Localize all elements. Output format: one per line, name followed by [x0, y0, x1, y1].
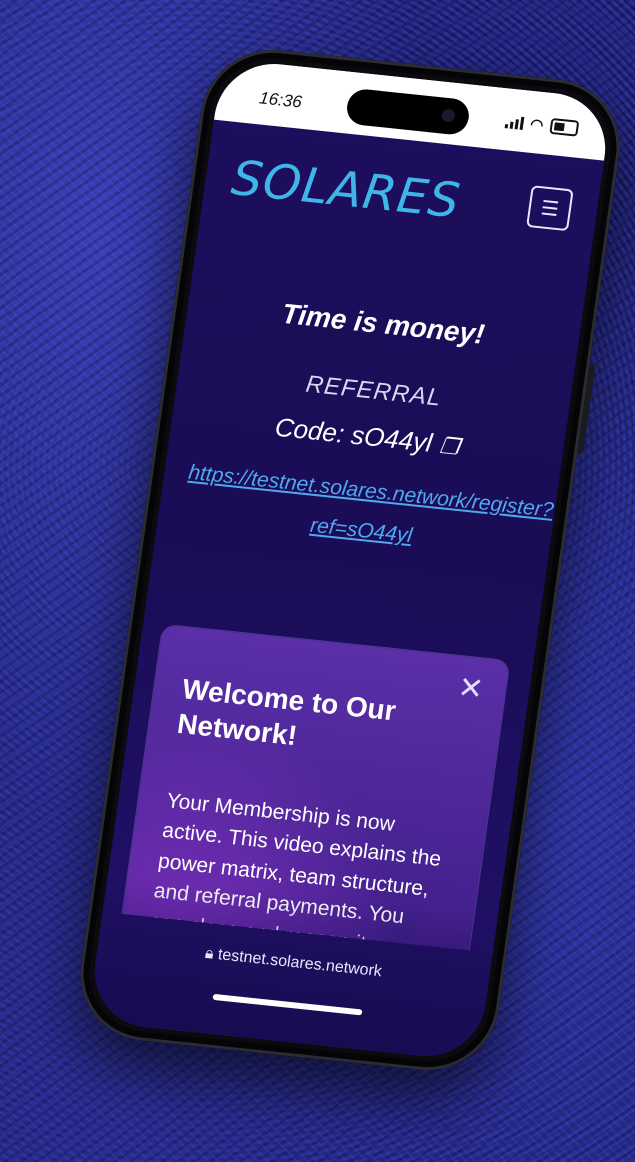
- wifi-icon: ◠: [529, 115, 545, 135]
- status-bar: 16:36 ◠: [213, 58, 613, 161]
- home-indicator[interactable]: [212, 993, 363, 1016]
- close-icon[interactable]: ✕: [456, 670, 486, 707]
- referral-code: Code: sO44yl: [273, 411, 435, 458]
- modal-title: Welcome to Our Network!: [175, 673, 398, 752]
- status-icons: ◠: [504, 112, 580, 137]
- url-text: testnet.solares.network: [216, 946, 383, 981]
- solares-logo[interactable]: SOLARES: [228, 150, 464, 229]
- phone-mockup: 16:36 ◠ SOLARES ☰ Time is money! REFERRA…: [0, 0, 635, 1162]
- lock-icon: 🔒︎: [203, 944, 215, 963]
- dynamic-island: [344, 87, 472, 137]
- copy-icon[interactable]: ❐: [438, 433, 461, 461]
- status-time: 16:36: [258, 88, 304, 112]
- hamburger-menu-icon[interactable]: ☰: [526, 185, 574, 232]
- side-button: [577, 364, 596, 454]
- page-headline: Time is money!: [279, 297, 487, 350]
- phone-frame: 16:36 ◠ SOLARES ☰ Time is money! REFERRA…: [71, 42, 629, 1078]
- phone-screen: 16:36 ◠ SOLARES ☰ Time is money! REFERRA…: [87, 58, 613, 1062]
- signal-icon: [504, 114, 525, 130]
- battery-icon: [549, 117, 580, 137]
- referral-link[interactable]: https://testnet.solares.network/register…: [180, 453, 555, 569]
